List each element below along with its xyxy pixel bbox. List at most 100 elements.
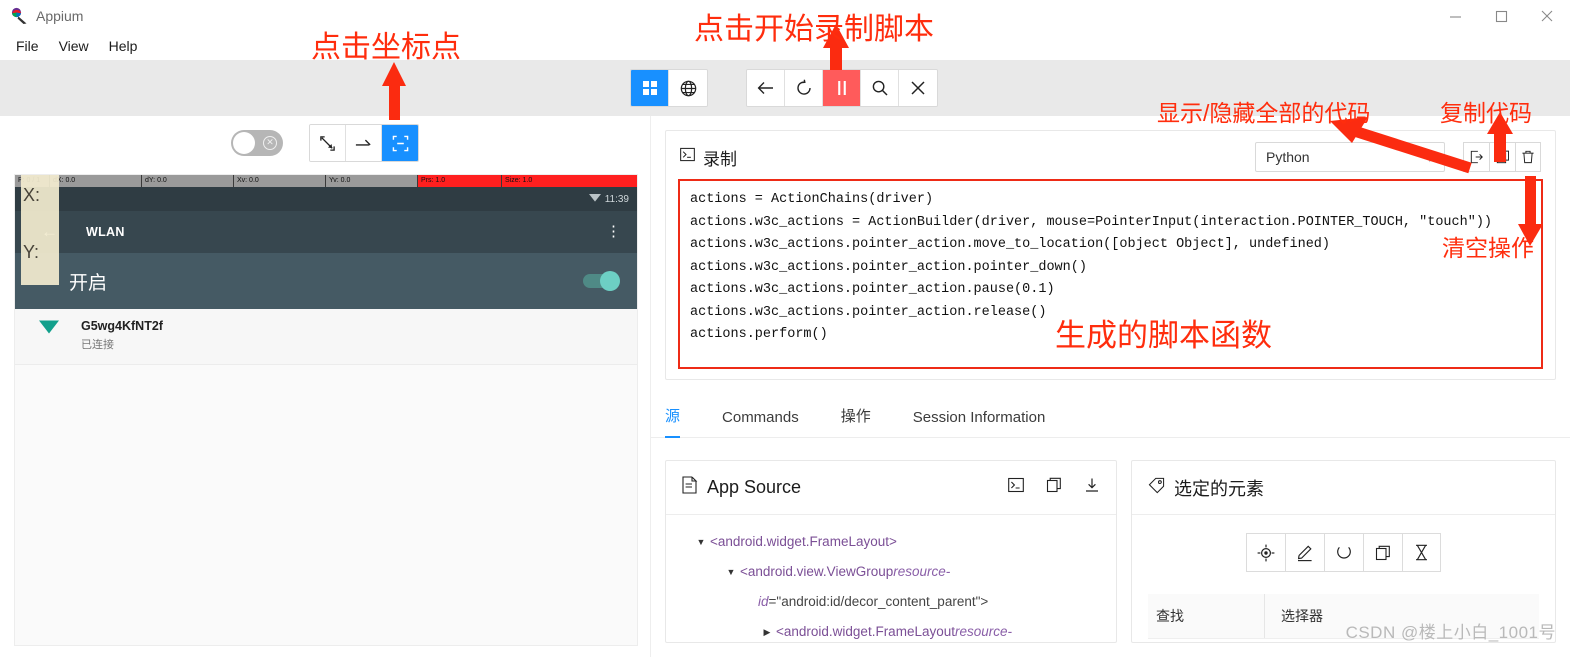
tap-by-coordinates-mode[interactable] — [382, 125, 418, 161]
clear-actions-button[interactable] — [1515, 142, 1541, 172]
pause-recording-button[interactable] — [823, 70, 861, 106]
menubar: File View Help — [0, 32, 1570, 60]
wifi-enable-row[interactable]: 开启 — [15, 253, 637, 309]
x-coordinate-label: X: — [23, 185, 41, 205]
swipe-mode[interactable] — [346, 125, 382, 161]
inspector-pane: 录制 Python ▽ actions = ActionChains(drive… — [650, 116, 1570, 657]
app-source-title-label: App Source — [707, 477, 802, 497]
coordinate-readout-band: X: Y: — [21, 175, 59, 285]
chevron-right-icon[interactable]: ▶ — [758, 617, 776, 642]
status-time: 11:39 — [604, 193, 629, 205]
tree-node[interactable]: ▼ <android.view.ViewGroup resource- — [674, 557, 1110, 587]
menu-item-view[interactable]: View — [49, 35, 99, 57]
main-content: ✕ P: 0 / 1 dX: 0.0 dY: 0.0 Xv: 0.0 — [0, 116, 1570, 657]
open-in-terminal-button[interactable] — [1008, 477, 1024, 498]
send-keys-button[interactable] — [1285, 533, 1324, 572]
copy-code-button[interactable] — [1489, 142, 1515, 172]
network-list-item[interactable]: G5wg4KfNT2f 已连接 — [15, 309, 637, 365]
tag-icon — [1148, 477, 1165, 499]
appium-logo-icon — [10, 7, 28, 25]
window-title: Appium — [36, 8, 84, 24]
recorder-tools: Python ▽ — [1255, 142, 1541, 172]
tab-session-information[interactable]: Session Information — [913, 409, 1064, 437]
tree-node-label: <android.widget.FrameLayout — [776, 624, 955, 639]
interaction-mode-group — [309, 124, 419, 162]
recorder-title-label: 录制 — [703, 149, 737, 169]
minimize-icon[interactable] — [1432, 0, 1478, 32]
android-appbar: ← WLAN ⋮ — [15, 211, 637, 253]
generated-code-box[interactable]: actions = ActionChains(driver) actions.w… — [678, 179, 1543, 369]
device-control-row: ✕ — [0, 116, 650, 170]
code-line-4: actions.w3c_actions.pointer_action.point… — [690, 259, 1087, 275]
selected-element-actions — [1132, 533, 1555, 572]
tree-node[interactable]: ▶ <android.widget.FrameLayout resource- — [674, 617, 1110, 642]
code-line-3: actions.w3c_actions.pointer_action.move_… — [690, 237, 1331, 252]
pointer-field-dy: dY: 0.0 — [141, 175, 233, 187]
chevron-down-icon[interactable]: ▼ — [722, 557, 740, 587]
watermark: CSDN @楼上小白_1001号 — [1345, 623, 1556, 642]
pointer-field-yv: Yv: 0.0 — [325, 175, 417, 187]
maximize-icon[interactable] — [1478, 0, 1524, 32]
app-source-header: App Source — [666, 461, 1116, 515]
wifi-status-icon — [588, 193, 601, 205]
device-pane: ✕ P: 0 / 1 dX: 0.0 dY: 0.0 Xv: 0.0 — [0, 116, 650, 657]
get-timing-button[interactable] — [1402, 533, 1441, 572]
refresh-button[interactable] — [785, 70, 823, 106]
quit-session-button[interactable] — [899, 70, 937, 106]
code-line-2: actions.w3c_actions = ActionBuilder(driv… — [690, 214, 1493, 230]
search-button[interactable] — [861, 70, 899, 106]
app-source-card: App Source ▼ <android.widget.FrameLayout… — [665, 460, 1117, 643]
menu-item-file[interactable]: File — [6, 35, 49, 57]
grid-view-button[interactable] — [631, 70, 669, 106]
column-header-find: 查找 — [1156, 608, 1184, 624]
terminal-icon — [680, 147, 695, 167]
file-icon — [682, 476, 698, 499]
download-source-button[interactable] — [1084, 477, 1100, 498]
generated-code: actions = ActionChains(driver) actions.w… — [690, 189, 1531, 347]
window-controls — [1432, 0, 1570, 32]
pointer-field-size: Size: 1.0 — [501, 175, 637, 187]
view-mode-group — [630, 69, 708, 107]
copy-attributes-button[interactable] — [1363, 533, 1402, 572]
session-toolbar — [0, 60, 1570, 116]
web-view-button[interactable] — [669, 70, 707, 106]
tree-node-label: <android.widget.FrameLayout> — [710, 534, 897, 549]
window-titlebar: Appium — [0, 0, 1570, 32]
tab-commands[interactable]: Commands — [722, 409, 817, 437]
app-source-title: App Source — [682, 476, 801, 499]
session-actions-group — [746, 69, 938, 107]
wifi-switch[interactable] — [583, 271, 620, 291]
copy-source-button[interactable] — [1046, 477, 1062, 498]
pointer-field-xv: Xv: 0.0 — [233, 175, 325, 187]
language-select-value: Python — [1266, 149, 1310, 165]
menu-item-help[interactable]: Help — [99, 35, 148, 57]
selected-element-title: 选定的元素 — [1148, 475, 1264, 501]
tree-node[interactable]: ▼ <android.widget.FrameLayout> — [674, 527, 1110, 557]
language-select[interactable]: Python ▽ — [1255, 142, 1445, 172]
selected-element-card: 选定的元素 查找 选择器 — [1131, 460, 1556, 643]
overflow-menu-icon[interactable]: ⋮ — [606, 224, 621, 239]
show-hide-boilerplate-button[interactable] — [1463, 142, 1489, 172]
wifi-enable-label: 开启 — [69, 272, 108, 294]
recorder-card: 录制 Python ▽ actions = ActionChains(drive… — [665, 130, 1556, 380]
screenshot-refresh-toggle[interactable]: ✕ — [231, 130, 283, 156]
code-line-7: actions.perform() — [690, 327, 828, 342]
chevron-down-icon[interactable]: ▼ — [692, 527, 710, 557]
code-line-5: actions.w3c_actions.pointer_action.pause… — [690, 282, 1055, 297]
source-tree[interactable]: ▼ <android.widget.FrameLayout> ▼ <androi… — [666, 515, 1116, 642]
tree-node-continuation: id ="android:id/decor_content_parent"> — [674, 587, 1110, 617]
y-coordinate-label: Y: — [23, 242, 40, 262]
close-icon[interactable] — [1524, 0, 1570, 32]
inspector-tabs: 源 Commands 操作 Session Information — [651, 394, 1570, 438]
tab-actions[interactable]: 操作 — [841, 405, 889, 437]
tree-node-attr-name: resource- — [893, 564, 951, 579]
back-button[interactable] — [747, 70, 785, 106]
undo-circle-icon[interactable] — [1324, 533, 1363, 572]
tab-source[interactable]: 源 — [665, 405, 698, 438]
android-status-bar: 11:39 — [15, 187, 637, 211]
select-element-mode[interactable] — [310, 125, 346, 161]
pointer-field-dx: dX: 0.0 — [49, 175, 141, 187]
device-screenshot[interactable]: P: 0 / 1 dX: 0.0 dY: 0.0 Xv: 0.0 Yv: 0.0… — [14, 174, 638, 646]
code-line-1: actions = ActionChains(driver) — [690, 192, 934, 207]
tap-element-button[interactable] — [1246, 533, 1285, 572]
